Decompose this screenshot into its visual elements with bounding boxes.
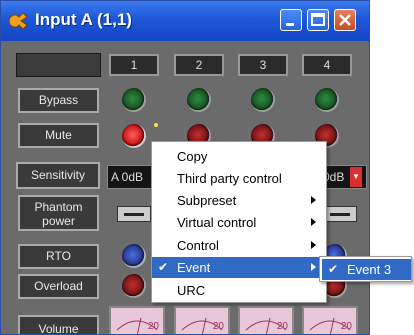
sensitivity-dropdown-icon[interactable]: ▼	[350, 167, 362, 187]
submenu-arrow-icon	[311, 218, 316, 226]
checkmark-icon: ✔	[328, 262, 339, 276]
volume-meter-1[interactable]: 20	[109, 306, 165, 334]
menu-item-label: Copy	[177, 149, 208, 164]
meter-label: 20	[147, 321, 159, 332]
mute-led-1[interactable]	[122, 124, 146, 148]
mute-indicator-dot	[154, 123, 158, 127]
menu-item-copy[interactable]: Copy	[152, 146, 326, 167]
row-label-rto: RTO	[18, 244, 99, 269]
overload-led-1	[122, 274, 146, 298]
minimize-icon	[286, 23, 294, 26]
column-header-1: 1	[109, 54, 159, 76]
close-button[interactable]	[334, 9, 356, 31]
row-label-phantom: Phantom power	[18, 195, 99, 231]
phantom-label-line1: Phantom	[34, 200, 83, 214]
volume-meter-2[interactable]: 20	[174, 306, 230, 334]
menu-item-third-party-control[interactable]: Third party control	[152, 168, 326, 189]
window-title: Input A (1,1)	[35, 10, 132, 29]
submenu-arrow-icon	[311, 263, 316, 271]
rto-led-1[interactable]	[122, 244, 146, 268]
row-label-sensitivity: Sensitivity	[16, 162, 100, 189]
volume-meter-4[interactable]: 20	[302, 306, 358, 334]
column-header-3: 3	[238, 54, 288, 76]
menu-item-label: URC	[177, 283, 206, 298]
maximize-button[interactable]	[307, 9, 329, 31]
event-submenu: ✔ Event 3	[319, 256, 412, 282]
menu-item-virtual-control[interactable]: Virtual control	[152, 212, 326, 233]
minimize-button[interactable]	[280, 9, 302, 31]
bypass-led-2[interactable]	[187, 88, 211, 112]
meter-label: 20	[276, 321, 288, 332]
menu-item-label: Subpreset	[177, 193, 237, 208]
corner-header	[16, 53, 101, 77]
menu-item-subpreset[interactable]: Subpreset	[152, 190, 326, 211]
menu-item-label: Control	[177, 238, 219, 253]
maximize-icon	[311, 13, 325, 26]
menu-item-label: Virtual control	[177, 215, 257, 230]
row-label-bypass: Bypass	[18, 88, 99, 113]
menu-item-event[interactable]: ✔ Event	[152, 257, 326, 278]
meter-label: 20	[340, 321, 352, 332]
column-header-4: 4	[302, 54, 352, 76]
phantom-label-line2: power	[42, 214, 75, 228]
checkmark-icon: ✔	[158, 260, 169, 274]
row-label-overload: Overload	[18, 274, 99, 299]
app-logo-icon	[8, 12, 28, 30]
menu-item-label: Third party control	[177, 171, 282, 186]
phantom-toggle-4[interactable]	[323, 206, 357, 222]
meter-label: 20	[212, 321, 224, 332]
row-label-mute: Mute	[18, 123, 99, 148]
bypass-led-1[interactable]	[122, 88, 146, 112]
column-header-2: 2	[174, 54, 224, 76]
volume-meter-3[interactable]: 20	[238, 306, 294, 334]
bypass-led-3[interactable]	[251, 88, 275, 112]
menu-item-urc[interactable]: URC	[152, 280, 326, 301]
close-icon	[339, 14, 351, 26]
row-label-volume: Volume	[18, 315, 99, 334]
title-bar[interactable]: Input A (1,1)	[1, 1, 369, 41]
submenu-arrow-icon	[311, 196, 316, 204]
menu-item-control[interactable]: Control	[152, 235, 326, 256]
submenu-arrow-icon	[311, 241, 316, 249]
bypass-led-4[interactable]	[315, 88, 339, 112]
submenu-item-label: Event 3	[347, 262, 392, 277]
phantom-toggle-1[interactable]	[117, 206, 151, 222]
submenu-item-event-3[interactable]: ✔ Event 3	[322, 259, 411, 280]
context-menu: Copy Third party control Subpreset Virtu…	[151, 141, 327, 303]
menu-item-label: Event	[177, 260, 211, 275]
